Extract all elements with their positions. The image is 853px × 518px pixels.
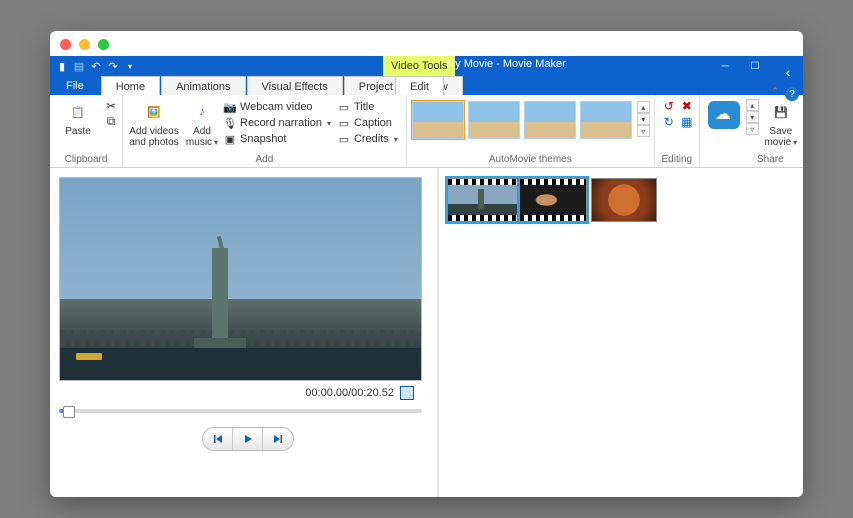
group-share: ▴ ▾ ▿ 💾 Save movie 👤 Sign in Share — [700, 95, 803, 167]
clip-1[interactable] — [447, 178, 519, 222]
preview-pane: 00:00.00/00:20.52 — [50, 168, 439, 497]
title-icon: ▭ — [337, 100, 351, 114]
automovie-theme-2[interactable] — [468, 101, 520, 139]
copy-icon[interactable]: ⧉ — [104, 114, 118, 128]
theme-gallery-scroll: ▴ ▾ ▿ — [637, 101, 650, 137]
statue-graphic — [212, 248, 228, 346]
maximize-button[interactable]: ☐ — [741, 58, 769, 75]
webcam-video-button[interactable]: 📷Webcam video — [223, 99, 335, 115]
undo-icon[interactable]: ↶ — [90, 60, 102, 72]
microphone-icon: 🎙 — [223, 116, 237, 130]
tab-visual-effects[interactable]: Visual Effects — [247, 76, 343, 95]
ribbon-collapse-icon[interactable]: ⌃ — [771, 86, 779, 97]
snapshot-button[interactable]: ▣Snapshot — [223, 131, 335, 147]
playback-controls — [202, 427, 294, 451]
select-all-icon[interactable]: ▦ — [678, 115, 696, 129]
redo-icon[interactable]: ↷ — [107, 60, 119, 72]
webcam-icon: 📷 — [223, 100, 237, 114]
back-button[interactable]: ‹ — [775, 59, 801, 85]
minimize-button[interactable]: ─ — [711, 58, 739, 75]
group-label-share: Share — [704, 154, 803, 167]
tab-file[interactable]: File — [50, 76, 100, 95]
cloud-icon — [708, 101, 740, 129]
clipboard-icon: 📋 — [65, 99, 91, 125]
group-label-clipboard: Clipboard — [54, 154, 118, 167]
music-icon: ♪ — [189, 99, 215, 125]
photos-icon: 🖼️ — [141, 99, 167, 125]
group-editing: ↺ ✖ ↻ ▦ Editing — [655, 95, 700, 167]
help-button[interactable]: ? — [785, 87, 799, 101]
add-music-button[interactable]: ♪ Add music — [183, 97, 221, 148]
gallery-up-icon[interactable]: ▴ — [637, 101, 650, 113]
qat-save-icon[interactable]: ▤ — [73, 60, 85, 72]
prev-frame-button[interactable] — [203, 428, 233, 450]
window-title: My Movie - Movie Maker — [446, 58, 566, 70]
add-videos-photos-button[interactable]: 🖼️ Add videos and photos — [127, 97, 181, 148]
preview-monitor[interactable] — [59, 177, 422, 381]
mac-window-controls — [50, 31, 803, 56]
storyboard-strip — [447, 178, 795, 224]
group-automovie: ▴ ▾ ▿ AutoMovie themes — [407, 95, 655, 167]
clip-2[interactable] — [519, 178, 587, 222]
onedrive-button[interactable] — [704, 97, 744, 129]
app-icon: ▮ — [56, 60, 68, 72]
zoom-traffic-light[interactable] — [98, 39, 109, 50]
credits-button[interactable]: ▭Credits — [337, 131, 402, 147]
title-bar: ▮ ▤ ↶ ↷ ▾ Video Tools My Movie - Movie M… — [50, 56, 803, 76]
share-gallery-down[interactable]: ▾ — [746, 111, 759, 123]
qat-dropdown-icon[interactable]: ▾ — [124, 60, 136, 72]
group-label-add: Add — [127, 154, 402, 167]
clip-3[interactable] — [591, 178, 657, 222]
preview-time-bar: 00:00.00/00:20.52 — [59, 381, 422, 405]
snapshot-icon: ▣ — [223, 132, 237, 146]
fullscreen-icon[interactable] — [400, 386, 414, 400]
group-clipboard: 📋 Paste ✂ ⧉ Clipboard — [50, 95, 123, 167]
storyboard-pane[interactable] — [439, 168, 803, 497]
credits-icon: ▭ — [337, 132, 351, 146]
cut-icon[interactable]: ✂ — [104, 99, 118, 113]
share-gallery-more[interactable]: ▿ — [746, 123, 759, 135]
time-display: 00:00.00/00:20.52 — [305, 387, 394, 399]
save-movie-button[interactable]: 💾 Save movie — [761, 97, 801, 148]
share-gallery-up[interactable]: ▴ — [746, 99, 759, 111]
caption-button[interactable]: ▭Caption — [337, 115, 402, 131]
quick-access-toolbar: ▮ ▤ ↶ ↷ ▾ — [50, 56, 142, 76]
save-movie-icon: 💾 — [768, 99, 794, 125]
automovie-theme-3[interactable] — [524, 101, 576, 139]
gallery-more-icon[interactable]: ▿ — [637, 125, 650, 137]
paste-button[interactable]: 📋 Paste — [54, 97, 102, 137]
minimize-traffic-light[interactable] — [79, 39, 90, 50]
group-label-editing: Editing — [659, 154, 695, 167]
tab-home[interactable]: Home — [101, 76, 160, 95]
close-traffic-light[interactable] — [60, 39, 71, 50]
record-narration-button[interactable]: 🎙Record narration — [223, 115, 335, 131]
delete-icon[interactable]: ✖ — [678, 99, 696, 113]
group-label-automovie: AutoMovie themes — [411, 154, 650, 167]
play-button[interactable] — [233, 428, 263, 450]
group-add: 🖼️ Add videos and photos ♪ Add music 📷We… — [123, 95, 407, 167]
next-frame-button[interactable] — [263, 428, 293, 450]
video-tools-contextual-tab[interactable]: Video Tools — [383, 56, 455, 76]
workspace: 00:00.00/00:20.52 — [50, 168, 803, 497]
tab-animations[interactable]: Animations — [161, 76, 245, 95]
ribbon-tabs: File Home Animations Visual Effects Proj… — [50, 76, 803, 95]
tab-edit[interactable]: Edit — [395, 76, 444, 95]
automovie-theme-4[interactable] — [580, 101, 632, 139]
gallery-down-icon[interactable]: ▾ — [637, 113, 650, 125]
rotate-right-icon[interactable]: ↻ — [660, 115, 678, 129]
seek-slider[interactable] — [59, 409, 422, 413]
automovie-theme-1[interactable] — [412, 101, 464, 139]
app-window: ‹ ? ⌃ ▮ ▤ ↶ ↷ ▾ Video Tools My Movie - M… — [50, 31, 803, 497]
caption-icon: ▭ — [337, 116, 351, 130]
rotate-left-icon[interactable]: ↺ — [660, 99, 678, 113]
ribbon: 📋 Paste ✂ ⧉ Clipboard 🖼️ Add videos and … — [50, 95, 803, 168]
title-button[interactable]: ▭Title — [337, 99, 402, 115]
